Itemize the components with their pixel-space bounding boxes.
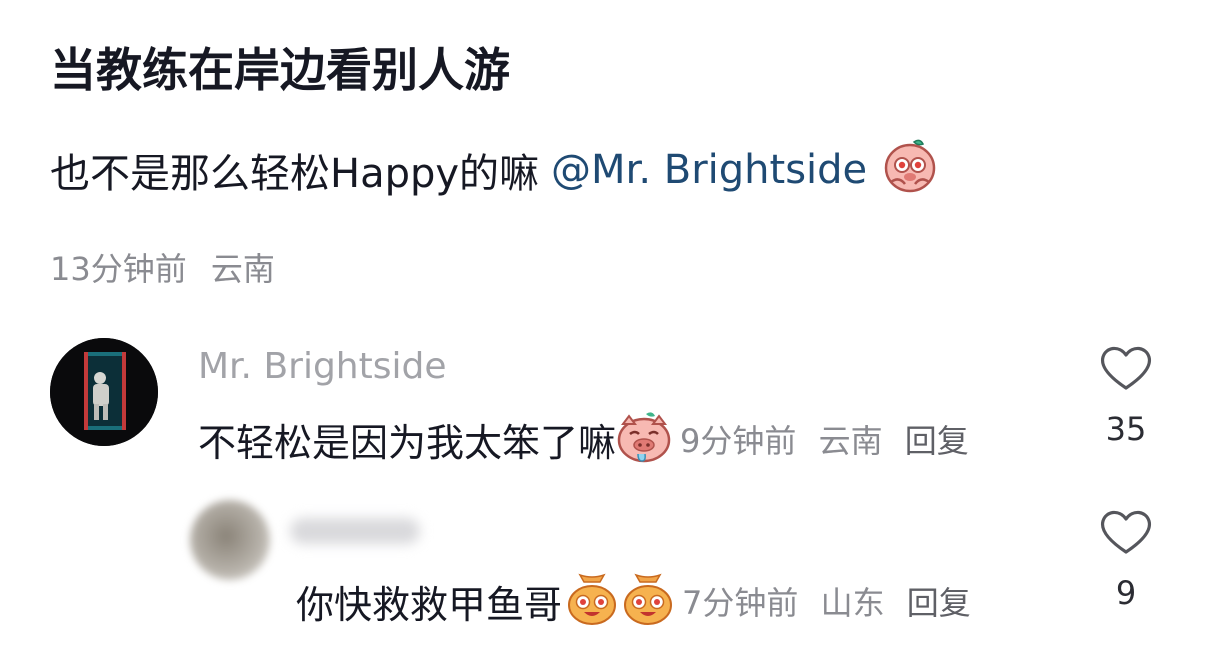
like-group: 35 (1096, 344, 1156, 448)
post-meta: 13分钟前 云南 (50, 244, 275, 290)
comment-time: 9分钟前 (680, 422, 797, 460)
comment-author-blurred[interactable] (290, 518, 420, 544)
comment-location: 云南 (818, 422, 883, 460)
comment-line: 不轻松是因为我太笨了嘛 9分钟前 云南 回复 (198, 410, 969, 468)
comment-meta: 9分钟前 云南 回复 (680, 416, 969, 462)
heart-outline-icon[interactable] (1099, 508, 1153, 560)
money-bag-face-emoji (566, 572, 618, 630)
reply-button[interactable]: 回复 (907, 584, 971, 622)
comment-author[interactable]: Mr. Brightside (198, 346, 446, 387)
reply-button[interactable]: 回复 (905, 422, 969, 460)
heart-outline-icon[interactable] (1099, 344, 1153, 396)
post-location: 云南 (210, 250, 275, 288)
comment-text: 不轻松是因为我太笨了嘛 (198, 420, 617, 465)
avatar[interactable] (190, 500, 270, 580)
comment-time: 7分钟前 (682, 584, 799, 622)
pig-shy-emoji (881, 136, 939, 204)
like-count: 9 (1115, 574, 1137, 612)
comment-meta: 7分钟前 山东 回复 (682, 578, 971, 624)
mention-link[interactable]: @Mr. Brightside (551, 147, 867, 193)
like-group: 9 (1096, 508, 1156, 612)
comment-line: 你快救救甲鱼哥 7分钟前 山东 回复 (296, 572, 971, 630)
post-title: 当教练在岸边看别人游 (50, 43, 510, 97)
comment-location: 山东 (820, 584, 885, 622)
post-time: 13分钟前 (50, 250, 187, 288)
avatar[interactable] (50, 338, 158, 446)
money-bag-face-emoji (622, 572, 674, 630)
comment-text: 你快救救甲鱼哥 (296, 582, 563, 627)
like-count: 35 (1105, 410, 1147, 448)
post-body-text: 也不是那么轻松Happy的嘛 (50, 151, 540, 197)
post-body: 也不是那么轻松Happy的嘛 @Mr. Brightside (50, 136, 939, 204)
comment-page: 当教练在岸边看别人游 也不是那么轻松Happy的嘛 @Mr. Brightsid… (0, 0, 1206, 652)
pig-drool-emoji (616, 410, 672, 468)
